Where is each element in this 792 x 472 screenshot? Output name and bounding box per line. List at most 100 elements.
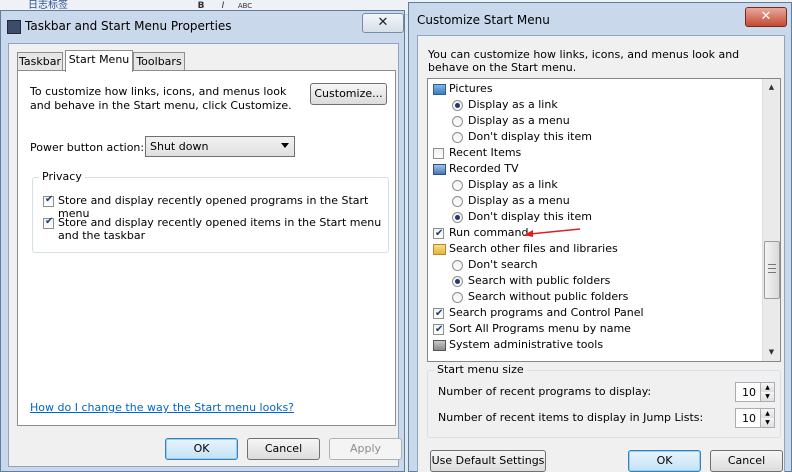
list-item-label: Run command [449, 226, 529, 239]
list-item[interactable]: Don't display this item [428, 129, 762, 145]
list-item[interactable]: Display as a menu [428, 113, 762, 129]
list-item-label: Search without public folders [468, 290, 629, 303]
list-item[interactable]: Recorded TV [428, 161, 762, 177]
grip-line [768, 272, 776, 273]
window1-cancel-button[interactable]: Cancel [247, 438, 320, 460]
tab-toolbars[interactable]: Toolbars [133, 52, 185, 71]
list-item[interactable]: Display as a link [428, 97, 762, 113]
option-radio[interactable] [452, 116, 463, 127]
customize-start-menu-window: Customize Start Menu ✕ You can customize… [408, 2, 792, 472]
scrollbar-thumb[interactable] [764, 241, 780, 299]
window2-close-button[interactable]: ✕ [745, 7, 787, 27]
window2-client: You can customize how links, icons, and … [417, 35, 785, 472]
option-checkbox[interactable] [433, 322, 444, 338]
list-item-label: Don't search [468, 258, 538, 271]
option-radio[interactable] [452, 180, 463, 191]
store-recent-items-label: Store and display recently opened items … [58, 216, 382, 242]
list-item[interactable]: System administrative tools [428, 337, 762, 353]
list-item[interactable]: Pictures [428, 81, 762, 97]
window1-titlebar[interactable]: Taskbar and Start Menu Properties ✕ [1, 11, 404, 41]
grip-line [768, 264, 776, 265]
list-item[interactable]: Sort All Programs menu by name [428, 321, 762, 338]
option-radio[interactable] [452, 276, 463, 287]
store-recent-items-checkbox[interactable] [43, 216, 54, 229]
list-item-label: Display as a link [468, 178, 558, 191]
option-radio[interactable] [452, 196, 463, 207]
spin-down-icon[interactable]: ▼ [760, 418, 774, 427]
power-button-action-value: Shut down [150, 140, 209, 153]
window1-close-button[interactable]: ✕ [362, 13, 404, 33]
recent-items-label: Number of recent items to display in Jum… [438, 411, 704, 424]
customize-button[interactable]: Customize... [310, 83, 387, 105]
list-item[interactable]: Display as a link [428, 177, 762, 193]
pictures-icon [433, 84, 446, 95]
list-item-label: Sort All Programs menu by name [449, 322, 631, 335]
grip-line [768, 268, 776, 269]
start-menu-size-group: Start menu size Number of recent program… [427, 363, 781, 438]
window1-title: Taskbar and Start Menu Properties [25, 19, 232, 33]
list-item-label: Search other files and libraries [449, 242, 618, 255]
option-radio[interactable] [452, 100, 463, 111]
list-item[interactable]: Run command [428, 225, 762, 242]
window1-ok-button[interactable]: OK [165, 438, 238, 460]
start-menu-intro-text: To customize how links, icons, and menus… [30, 85, 292, 112]
chevron-down-icon [281, 143, 289, 148]
option-checkbox[interactable] [433, 148, 444, 159]
spin-down-icon[interactable]: ▼ [760, 392, 774, 401]
spin-up-icon[interactable]: ▲ [760, 409, 774, 418]
list-item-label: Display as a menu [468, 114, 570, 127]
window2-title: Customize Start Menu [417, 13, 550, 27]
folder-icon [433, 244, 446, 255]
window1-client: Taskbar Start Menu Toolbars To customize… [8, 43, 402, 467]
option-checkbox[interactable] [433, 226, 444, 242]
store-recent-programs-checkbox[interactable] [43, 194, 54, 207]
spin-up-icon[interactable]: ▲ [760, 383, 774, 392]
tab-start-menu[interactable]: Start Menu [65, 50, 133, 72]
list-item-label: Pictures [449, 82, 493, 95]
window2-ok-button[interactable]: OK [628, 450, 701, 472]
option-radio[interactable] [452, 212, 463, 223]
power-button-action-label: Power button action: [30, 141, 145, 154]
option-radio[interactable] [452, 260, 463, 271]
start-menu-tab-panel: To customize how links, icons, and menus… [17, 70, 396, 426]
list-item[interactable]: Display as a menu [428, 193, 762, 209]
taskbar-icon [7, 20, 21, 34]
list-item[interactable]: Don't display this item [428, 209, 762, 225]
list-item[interactable]: Search without public folders [428, 289, 762, 305]
use-default-settings-button[interactable]: Use Default Settings [430, 450, 546, 472]
recent-items-spinner[interactable]: 10 ▲ ▼ [735, 408, 775, 428]
list-item-label: System administrative tools [449, 338, 604, 351]
start-menu-options-list[interactable]: Pictures Display as a link Display as a me… [427, 78, 781, 362]
option-radio[interactable] [452, 292, 463, 303]
list-item[interactable]: Recent Items [428, 145, 762, 161]
window2-cancel-button[interactable]: Cancel [710, 450, 783, 472]
scroll-down-icon[interactable]: ▼ [763, 344, 780, 361]
list-item-label: Don't display this item [468, 130, 592, 143]
taskbar-start-menu-properties-window: Taskbar and Start Menu Properties ✕ Task… [0, 10, 405, 472]
list-item-label: Search programs and Control Panel [449, 306, 644, 319]
list-item-label: Don't display this item [468, 210, 592, 223]
option-radio[interactable] [452, 132, 463, 143]
customize-intro-text: You can customize how links, icons, and … [428, 48, 740, 74]
recent-programs-spinner[interactable]: 10 ▲ ▼ [735, 382, 775, 402]
window2-titlebar[interactable]: Customize Start Menu ✕ [409, 3, 791, 33]
recent-items-value: 10 [742, 412, 756, 425]
recorded-tv-icon [433, 164, 446, 175]
list-item[interactable]: Search with public folders [428, 273, 762, 289]
privacy-group: Privacy Store and display recently opene… [32, 170, 389, 253]
apply-button[interactable]: Apply [329, 438, 402, 460]
list-item[interactable]: Search programs and Control Panel [428, 305, 762, 322]
scroll-up-icon[interactable]: ▲ [763, 79, 780, 96]
power-button-action-dropdown[interactable]: Shut down [145, 136, 295, 157]
annotation-arrow-head [524, 230, 533, 237]
option-checkbox[interactable] [433, 306, 444, 322]
list-item-label: Display as a menu [468, 194, 570, 207]
list-item[interactable]: Don't search [428, 257, 762, 273]
tab-taskbar[interactable]: Taskbar [17, 52, 63, 71]
recent-programs-value: 10 [742, 386, 756, 399]
privacy-legend: Privacy [39, 170, 85, 183]
list-item[interactable]: Search other files and libraries [428, 241, 762, 257]
list-scrollbar[interactable]: ▲ ▼ [762, 79, 780, 361]
admin-tools-icon [433, 340, 446, 351]
help-link[interactable]: How do I change the way the Start menu l… [30, 401, 294, 414]
